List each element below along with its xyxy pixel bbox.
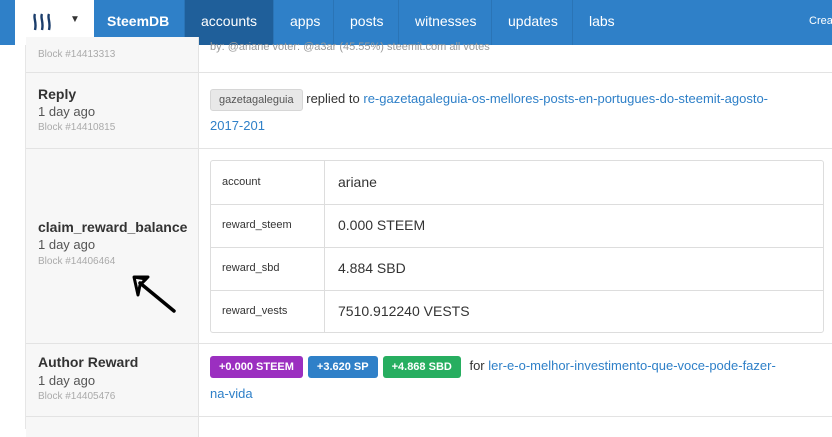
op-detail-cell: by: @ariane voter: @a3ar (45.55%) steemi… xyxy=(200,37,832,72)
table-row: Author Reward 1 day ago Block #14405476 … xyxy=(26,344,832,417)
detail-row: reward_sbd 4.884 SBD xyxy=(211,247,823,291)
table-row: claim_reward_balance 1 day ago Block #14… xyxy=(26,149,832,344)
detail-row: account ariane xyxy=(211,161,823,205)
op-type: Author Reward xyxy=(38,354,139,370)
action-text: replied to xyxy=(306,91,360,106)
op-meta-cell xyxy=(26,417,199,437)
table-row: Reply 1 day ago Block #14410815 gazetaga… xyxy=(26,73,832,149)
account-tag[interactable]: gazetagaleguia xyxy=(210,89,303,111)
sbd-reward-badge: +4.868 SBD xyxy=(382,356,461,378)
op-detail-cell: +0.000 STEEM +3.620 SP +4.868 SBD for ler-… xyxy=(200,344,832,416)
detail-row: reward_steem 0.000 STEEM xyxy=(211,204,823,248)
op-detail-cell: gazetagaleguia replied to re-gazetagaleg… xyxy=(200,73,832,148)
sp-reward-badge: +3.620 SP xyxy=(307,356,378,378)
op-detail-cell: account ariane reward_steem 0.000 STEEM … xyxy=(200,149,832,343)
op-meta-cell: Author Reward 1 day ago Block #14405476 xyxy=(26,344,199,416)
detail-key: reward_steem xyxy=(211,204,325,247)
vote-meta-text: by: @ariane voter: @a3ar (45.55%) steemi… xyxy=(210,41,490,53)
handdrawn-arrow-icon xyxy=(132,275,176,313)
detail-row: reward_vests 7510.912240 VESTS xyxy=(211,290,823,333)
op-meta-cell: Block #14413313 xyxy=(26,37,199,72)
table-row: Block #14413313 by: @ariane voter: @a3ar… xyxy=(26,37,832,73)
steem-reward-badge: +0.000 STEEM xyxy=(210,356,303,378)
op-block-number: Block #14405476 xyxy=(38,391,116,402)
detail-key: reward_vests xyxy=(211,290,325,333)
op-block-number: Block #14413313 xyxy=(38,49,116,60)
post-link-continued[interactable]: na-vida xyxy=(210,386,253,401)
op-time-ago: 1 day ago xyxy=(38,373,96,388)
op-meta-cell: claim_reward_balance 1 day ago Block #14… xyxy=(26,149,199,343)
op-type: Reply xyxy=(38,86,77,102)
chevron-down-icon: ▼ xyxy=(70,14,80,25)
op-time-ago: 1 day ago xyxy=(38,104,96,119)
op-type: claim_reward_balance xyxy=(38,219,188,235)
detail-key: reward_sbd xyxy=(211,247,325,290)
detail-value: 4.884 SBD xyxy=(338,260,406,276)
op-block-number: Block #14410815 xyxy=(38,122,116,133)
post-link[interactable]: re-gazetagaleguia-os-mellores-posts-en-p… xyxy=(363,91,768,106)
steem-logo-icon xyxy=(33,13,51,31)
op-meta-cell: Reply 1 day ago Block #14410815 xyxy=(26,73,199,148)
op-time-ago: 1 day ago xyxy=(38,237,96,252)
for-text: for xyxy=(469,358,485,373)
table-row xyxy=(26,417,832,437)
left-gutter xyxy=(0,45,26,429)
claim-details-table: account ariane reward_steem 0.000 STEEM … xyxy=(210,160,824,333)
op-block-number: Block #14406464 xyxy=(38,256,116,267)
detail-value: 0.000 STEEM xyxy=(338,217,426,233)
post-link[interactable]: ler-e-o-melhor-investimento-que-voce-pod… xyxy=(488,358,776,373)
detail-value: 7510.912240 VESTS xyxy=(338,303,470,319)
post-link-continued[interactable]: 2017-201 xyxy=(210,118,265,133)
detail-value: ariane xyxy=(338,174,377,190)
detail-key: account xyxy=(211,161,325,204)
